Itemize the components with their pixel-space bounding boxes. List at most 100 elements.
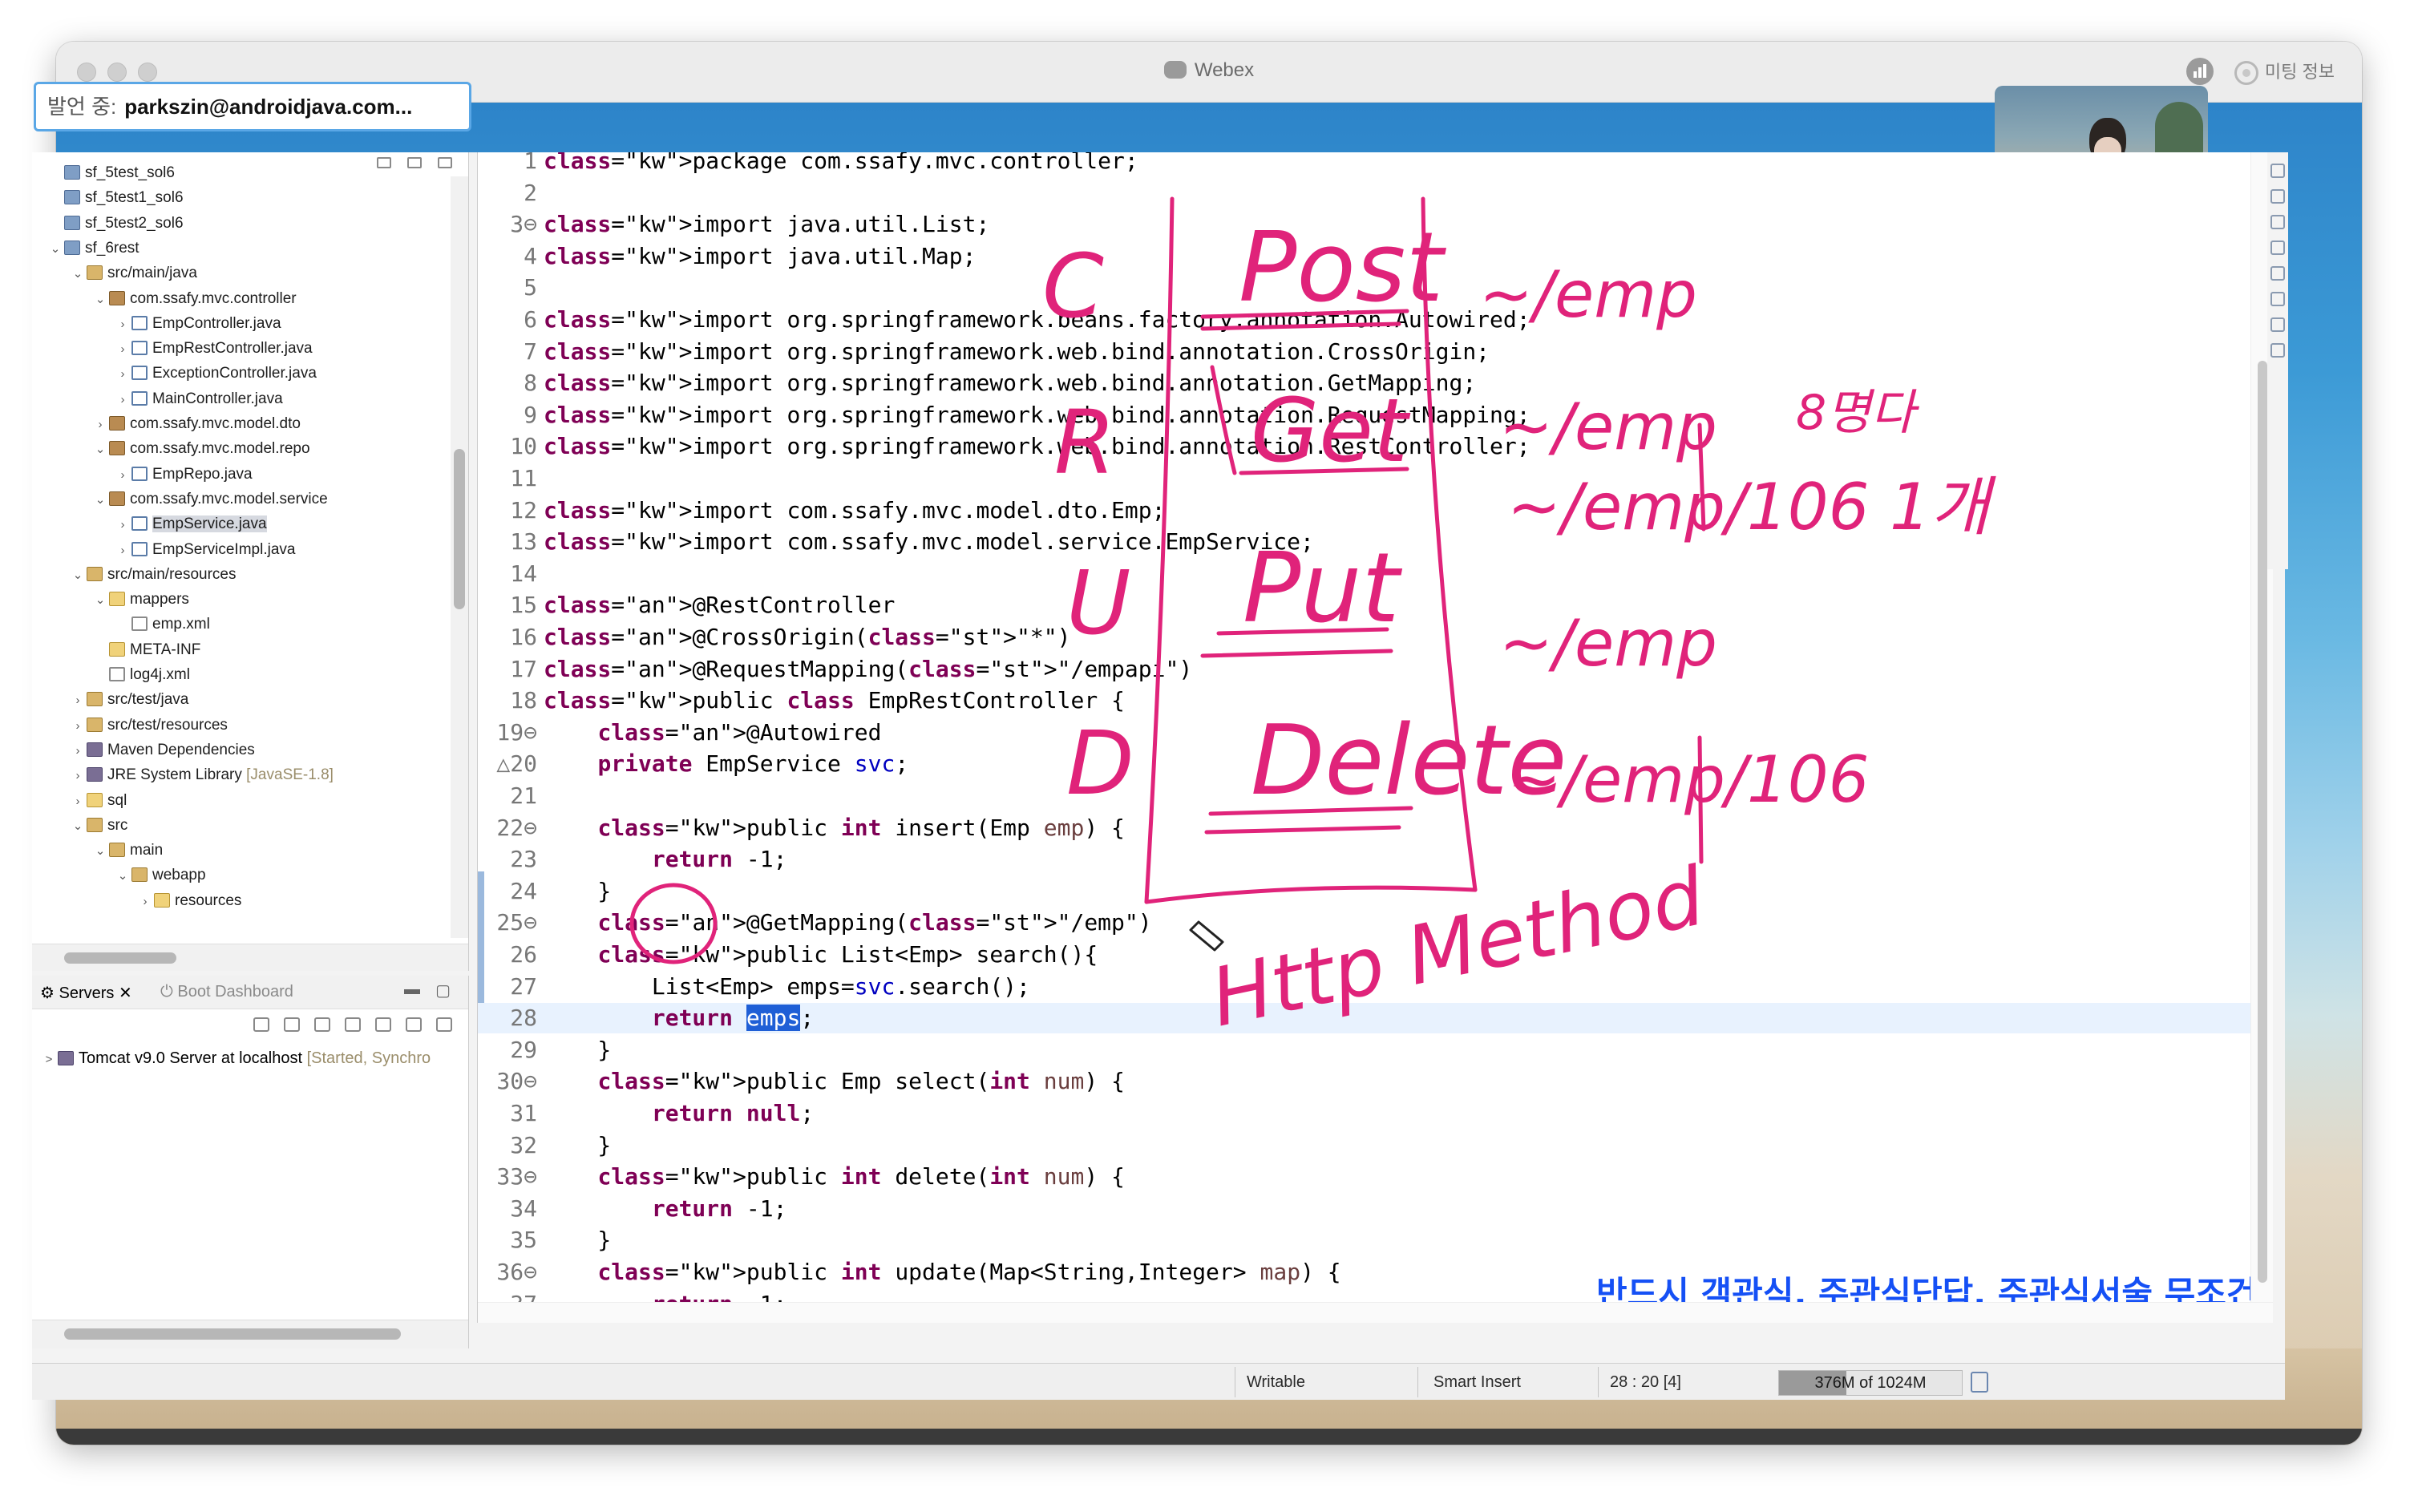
bookmarks-icon[interactable] bbox=[2270, 317, 2285, 332]
code-line[interactable]: 14 bbox=[478, 559, 2273, 589]
tree-item[interactable]: › src/test/resources bbox=[69, 713, 228, 738]
chevron-right-icon[interactable]: › bbox=[114, 512, 131, 537]
tree-item[interactable]: emp.xml bbox=[114, 612, 210, 637]
code-line[interactable]: 33⊖ class="kw">public int delete(int num… bbox=[478, 1162, 2273, 1192]
chevron-right-icon[interactable]: › bbox=[114, 463, 131, 487]
start-server-icon[interactable] bbox=[314, 1017, 330, 1032]
chevron-right-icon[interactable]: › bbox=[91, 412, 109, 437]
view-menu-icon[interactable] bbox=[436, 1017, 452, 1032]
code-line[interactable]: 16 class="an">@CrossOrigin(class="st">"*"… bbox=[478, 622, 2273, 653]
scroll-thumb[interactable] bbox=[64, 1328, 401, 1340]
collapse-all-icon[interactable] bbox=[377, 157, 391, 168]
minimize-view-icon[interactable]: ▬ bbox=[404, 980, 420, 999]
chevron-right-icon[interactable]: › bbox=[69, 763, 87, 788]
code-line[interactable]: 3⊖ class="kw">import java.util.List; bbox=[478, 209, 2273, 240]
code-line[interactable]: 19⊖ class="an">@Autowired bbox=[478, 718, 2273, 748]
tree-item[interactable]: › JRE System Library [JavaSE-1.8] bbox=[69, 762, 334, 787]
tree-item[interactable]: sf_5test_sol6 bbox=[46, 160, 175, 185]
code-line[interactable]: 12 class="kw">import com.ssafy.mvc.model.… bbox=[478, 495, 2273, 526]
explorer-horizontal-scrollbar[interactable] bbox=[32, 944, 468, 971]
tree-item[interactable]: ⌄ sf_6rest bbox=[46, 236, 140, 261]
code-line[interactable]: 8 class="kw">import org.springframework.w… bbox=[478, 368, 2273, 398]
code-line[interactable]: 9 class="kw">import org.springframework.w… bbox=[478, 400, 2273, 431]
stop-server-icon[interactable] bbox=[375, 1017, 391, 1032]
profile-server-icon[interactable] bbox=[345, 1017, 361, 1032]
run-gc-trash-icon[interactable] bbox=[1971, 1372, 1988, 1393]
chevron-down-icon[interactable]: ⌄ bbox=[114, 863, 131, 888]
code-line[interactable]: 28 return emps; bbox=[478, 1003, 2273, 1034]
history-icon[interactable] bbox=[2270, 343, 2285, 358]
tree-item[interactable]: › src/test/java bbox=[69, 687, 189, 713]
code-line[interactable]: 27 List<Emp> emps=svc.search(); bbox=[478, 972, 2273, 1002]
console-icon[interactable] bbox=[2270, 241, 2285, 255]
tree-item[interactable]: › Maven Dependencies bbox=[69, 738, 255, 762]
stats-icon[interactable] bbox=[2186, 58, 2214, 86]
meeting-info-button[interactable]: 미팅 정보 bbox=[2234, 58, 2335, 86]
code-line[interactable]: 1 class="kw">package com.ssafy.mvc.contro… bbox=[478, 152, 2273, 176]
tree-item[interactable]: › EmpController.java bbox=[114, 311, 281, 336]
tree-item[interactable]: › EmpRestController.java bbox=[114, 336, 313, 361]
chevron-down-icon[interactable]: ⌄ bbox=[69, 563, 87, 588]
code-line[interactable]: 4 class="kw">import java.util.Map; bbox=[478, 241, 2273, 272]
junit-icon[interactable] bbox=[2270, 189, 2285, 204]
scroll-thumb[interactable] bbox=[64, 952, 176, 964]
chevron-right-icon[interactable]: › bbox=[114, 312, 131, 337]
code-line[interactable]: 11 bbox=[478, 463, 2273, 494]
tree-item[interactable]: › MainController.java bbox=[114, 386, 283, 411]
scroll-thumb[interactable] bbox=[2258, 361, 2267, 1283]
tab-boot-dashboard[interactable]: ⏻ Boot Dashboard bbox=[160, 983, 293, 1001]
code-line[interactable]: 21 bbox=[478, 781, 2273, 811]
tree-item[interactable]: › EmpServiceImpl.java bbox=[114, 537, 296, 562]
problems-icon[interactable] bbox=[2270, 266, 2285, 281]
code-line[interactable]: 35 } bbox=[478, 1225, 2273, 1255]
tree-item[interactable]: › com.ssafy.mvc.model.dto bbox=[91, 411, 301, 436]
tree-item[interactable]: › EmpService.java bbox=[114, 511, 267, 536]
chevron-down-icon[interactable]: ⌄ bbox=[91, 437, 109, 462]
chevron-right-icon[interactable]: › bbox=[69, 688, 87, 713]
code-line[interactable]: 7 class="kw">import org.springframework.w… bbox=[478, 337, 2273, 367]
code-line[interactable]: 25⊖ class="an">@GetMapping(class="st">"/… bbox=[478, 908, 2273, 938]
tree-item[interactable]: ⌄ com.ssafy.mvc.model.repo bbox=[91, 436, 310, 461]
chevron-right-icon[interactable]: > bbox=[40, 1053, 58, 1066]
view-menu-icon[interactable] bbox=[438, 157, 452, 168]
link-editor-icon[interactable] bbox=[407, 157, 422, 168]
tree-item[interactable]: ⌄ com.ssafy.mvc.model.service bbox=[91, 487, 328, 511]
servers-horizontal-scrollbar[interactable] bbox=[32, 1320, 468, 1348]
code-line[interactable]: 10 class="kw">import org.springframework.… bbox=[478, 431, 2273, 462]
code-line[interactable]: 15 class="an">@RestController bbox=[478, 590, 2273, 621]
chevron-down-icon[interactable]: ⌄ bbox=[46, 237, 64, 261]
chevron-right-icon[interactable]: › bbox=[69, 738, 87, 763]
tasks-icon[interactable] bbox=[2270, 215, 2285, 229]
code-line[interactable]: 26 class="kw">public List<Emp> search(){ bbox=[478, 940, 2273, 970]
chevron-down-icon[interactable]: ⌄ bbox=[91, 487, 109, 512]
tree-item[interactable]: ⌄ main bbox=[91, 838, 163, 863]
tree-item[interactable]: META-INF bbox=[91, 637, 200, 662]
maximize-view-icon[interactable]: ▢ bbox=[435, 980, 451, 1001]
search-icon[interactable] bbox=[2270, 292, 2285, 306]
code-line[interactable]: 29 } bbox=[478, 1035, 2273, 1065]
chevron-down-icon[interactable]: ⌄ bbox=[91, 287, 109, 312]
tree-item[interactable]: sf_5test1_sol6 bbox=[46, 185, 184, 210]
chevron-right-icon[interactable]: › bbox=[69, 789, 87, 814]
code-line[interactable]: 17 class="an">@RequestMapping(class="st">… bbox=[478, 654, 2273, 685]
code-line[interactable]: 32 } bbox=[478, 1130, 2273, 1161]
chevron-down-icon[interactable]: ⌄ bbox=[91, 839, 109, 863]
tab-servers[interactable]: ⚙ Servers ✕ bbox=[40, 983, 132, 1003]
tree-item[interactable]: › ExceptionController.java bbox=[114, 361, 317, 386]
tree-item[interactable]: log4j.xml bbox=[91, 662, 190, 687]
code-line[interactable]: 24 } bbox=[478, 876, 2273, 907]
chevron-down-icon[interactable]: ⌄ bbox=[69, 814, 87, 839]
chevron-right-icon[interactable]: › bbox=[114, 387, 131, 412]
tree-item[interactable]: ⌄ webapp bbox=[114, 863, 206, 887]
chevron-down-icon[interactable]: ⌄ bbox=[91, 588, 109, 612]
tree-item[interactable]: › sql bbox=[69, 788, 127, 813]
chevron-right-icon[interactable]: › bbox=[114, 362, 131, 386]
scroll-thumb[interactable] bbox=[454, 449, 465, 609]
chevron-right-icon[interactable]: › bbox=[136, 889, 154, 914]
code-line[interactable]: 18 class="kw">public class EmpRestControl… bbox=[478, 685, 2273, 716]
code-line[interactable]: 2 bbox=[478, 178, 2273, 208]
server-row[interactable]: > Tomcat v9.0 Server at localhost [Starte… bbox=[40, 1049, 431, 1068]
code-line[interactable]: 23 return -1; bbox=[478, 844, 2273, 875]
publish-icon[interactable] bbox=[406, 1017, 422, 1032]
tree-item[interactable]: ⌄ mappers bbox=[91, 587, 189, 612]
